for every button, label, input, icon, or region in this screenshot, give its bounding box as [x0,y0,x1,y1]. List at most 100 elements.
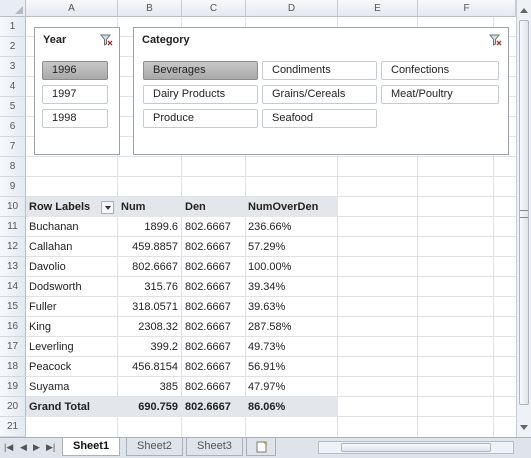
row-header[interactable]: 13 [0,257,26,277]
pivot-den-cell[interactable]: 802.6667 [185,377,231,397]
pivot-num-cell[interactable]: 459.8857 [118,237,178,257]
category-slicer-item-grains-cereals[interactable]: Grains/Cereals [262,85,377,104]
pivot-den-cell[interactable]: 802.6667 [185,257,231,277]
row-header[interactable]: 7 [0,137,26,157]
category-slicer-item-beverages[interactable]: Beverages [143,61,258,80]
pivot-den-cell[interactable]: 802.6667 [185,237,231,257]
category-slicer-item-condiments[interactable]: Condiments [262,61,377,80]
scroll-up-icon[interactable] [520,8,528,13]
column-header-c[interactable]: C [182,0,246,17]
tab-sheet3[interactable]: Sheet3 [186,438,243,456]
year-slicer-item-1996[interactable]: 1996 [42,61,108,80]
pivot-row-label[interactable]: King [29,317,51,337]
row-header[interactable]: 21 [0,417,26,437]
year-slicer-item-1997[interactable]: 1997 [42,85,108,104]
row-header[interactable]: 9 [0,177,26,197]
horizontal-scroll-thumb[interactable] [341,443,491,452]
pivot-den-cell[interactable]: 802.6667 [185,277,231,297]
row-header[interactable]: 19 [0,377,26,397]
pivot-row-label[interactable]: Fuller [29,297,57,317]
pivot-ratio-cell[interactable]: 57.29% [248,237,285,257]
category-slicer-item-confections[interactable]: Confections [381,61,499,80]
row-header[interactable]: 17 [0,337,26,357]
spreadsheet: A B C D E F 1 2 3 4 5 6 7 8 9 10 11 12 1… [0,0,531,458]
pivot-ratio-cell[interactable]: 47.97% [248,377,285,397]
next-sheet-icon[interactable]: ▶ [33,442,40,453]
pivot-row-label[interactable]: Callahan [29,237,72,257]
insert-sheet-button[interactable] [246,438,276,456]
pivot-header-den: Den [185,201,206,213]
column-header-a[interactable]: A [26,0,118,17]
pivot-den-cell[interactable]: 802.6667 [185,297,231,317]
pivot-den-cell[interactable]: 802.6667 [185,357,231,377]
row-header[interactable]: 3 [0,57,26,77]
pivot-row-label[interactable]: Davolio [29,257,66,277]
column-header-d[interactable]: D [246,0,338,17]
pivot-den-cell[interactable]: 802.6667 [185,337,231,357]
pivot-num-cell[interactable]: 318.0571 [118,297,178,317]
pivot-ratio-cell[interactable]: 56.91% [248,357,285,377]
pivot-ratio-cell[interactable]: 236.66% [248,217,291,237]
grip-icon [520,210,528,218]
tab-sheet2[interactable]: Sheet2 [126,438,183,456]
category-slicer-item-produce[interactable]: Produce [143,109,258,128]
pivot-row-label[interactable]: Dodsworth [29,277,82,297]
row-header[interactable]: 5 [0,97,26,117]
pivot-row-label[interactable]: Suyama [29,377,69,397]
pivot-num-cell[interactable]: 2308.32 [118,317,178,337]
pivot-den-cell[interactable]: 802.6667 [185,317,231,337]
pivot-header-row-labels: Row Labels [29,201,91,213]
pivot-row-label[interactable]: Leverling [29,337,74,357]
row-header[interactable]: 4 [0,77,26,97]
grand-total-den[interactable]: 802.6667 [185,397,231,417]
row-header[interactable]: 2 [0,37,26,57]
clear-filter-icon[interactable] [488,33,502,47]
row-labels-filter-dropdown[interactable] [101,201,114,214]
pivot-num-cell[interactable]: 385 [118,377,178,397]
scroll-down-icon[interactable] [520,425,528,430]
pivot-row-label[interactable]: Peacock [29,357,71,377]
pivot-num-cell[interactable]: 456.8154 [118,357,178,377]
row-header[interactable]: 1 [0,17,26,37]
grand-total-num[interactable]: 690.759 [118,397,178,417]
grand-total-ratio[interactable]: 86.06% [248,397,285,417]
vertical-scrollbar[interactable] [516,0,531,437]
row-header[interactable]: 8 [0,157,26,177]
pivot-num-cell[interactable]: 802.6667 [118,257,178,277]
category-slicer-item-dairy-products[interactable]: Dairy Products [143,85,258,104]
row-header[interactable]: 6 [0,117,26,137]
row-header[interactable]: 11 [0,217,26,237]
column-header-f[interactable]: F [418,0,516,17]
year-slicer-item-1998[interactable]: 1998 [42,109,108,128]
pivot-ratio-cell[interactable]: 100.00% [248,257,291,277]
category-slicer-item-meat-poultry[interactable]: Meat/Poultry [381,85,499,104]
first-sheet-icon[interactable]: |◀ [4,442,13,453]
insert-sheet-icon [256,441,268,453]
row-header[interactable]: 20 [0,397,26,417]
pivot-num-cell[interactable]: 315.76 [118,277,178,297]
row-header[interactable]: 15 [0,297,26,317]
horizontal-scrollbar[interactable] [318,441,514,454]
prev-sheet-icon[interactable]: ◀ [20,442,27,453]
tab-sheet1[interactable]: Sheet1 [62,438,121,456]
row-header[interactable]: 10 [0,197,26,217]
pivot-num-cell[interactable]: 399.2 [118,337,178,357]
pivot-ratio-cell[interactable]: 49.73% [248,337,285,357]
row-header[interactable]: 16 [0,317,26,337]
category-slicer-item-seafood[interactable]: Seafood [262,109,377,128]
row-header[interactable]: 12 [0,237,26,257]
pivot-ratio-cell[interactable]: 287.58% [248,317,291,337]
pivot-den-cell[interactable]: 802.6667 [185,217,231,237]
row-header[interactable]: 14 [0,277,26,297]
pivot-ratio-cell[interactable]: 39.34% [248,277,285,297]
column-header-e[interactable]: E [338,0,418,17]
last-sheet-icon[interactable]: ▶| [46,442,55,453]
pivot-row-label[interactable]: Buchanan [29,217,79,237]
row-header[interactable]: 18 [0,357,26,377]
clear-filter-icon[interactable] [99,33,113,47]
column-header-b[interactable]: B [118,0,182,17]
select-all-corner[interactable] [0,0,26,17]
grand-total-label[interactable]: Grand Total [29,397,90,417]
pivot-ratio-cell[interactable]: 39.63% [248,297,285,317]
pivot-num-cell[interactable]: 1899.6 [118,217,178,237]
